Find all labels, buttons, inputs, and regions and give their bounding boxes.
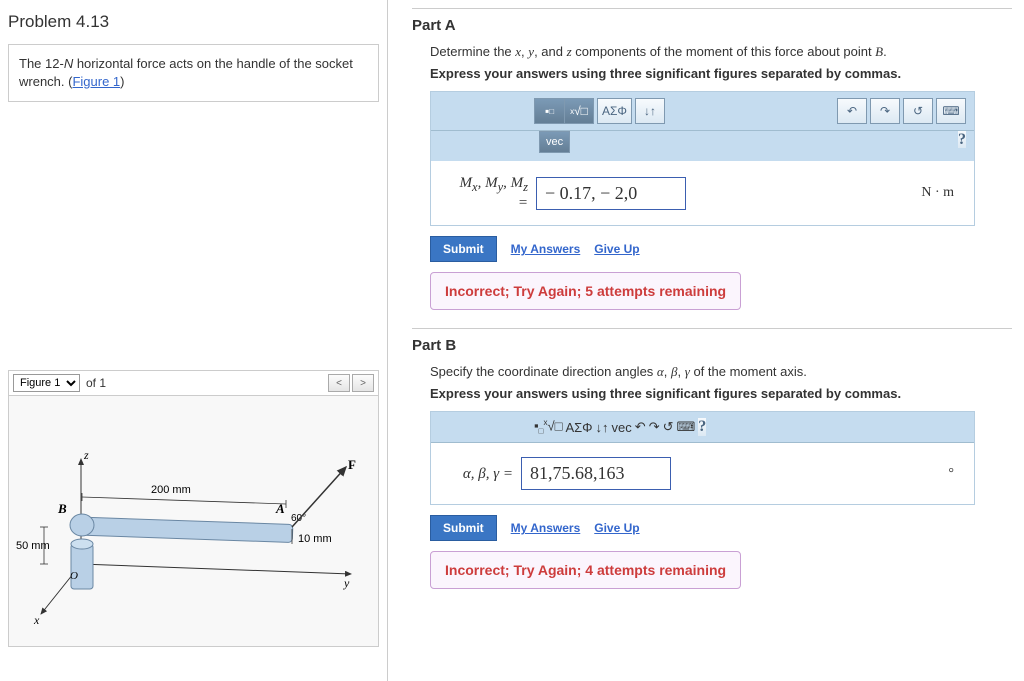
part-a-title: Part A xyxy=(412,8,1012,34)
template-tool-icon[interactable]: ▪□ xyxy=(534,418,543,436)
vec-button[interactable]: vec xyxy=(539,131,570,153)
svg-text:200 mm: 200 mm xyxy=(151,484,191,496)
part-b-submit-button[interactable]: Submit xyxy=(430,515,497,541)
part-b-answer-box: ▪□ x√□ ΑΣΦ ↓↑ vec ↶ ↷ ↺ ⌨ ? α, β, γ = 81… xyxy=(430,411,975,505)
svg-text:10 mm: 10 mm xyxy=(298,533,332,545)
part-a-instruction: Express your answers using three signifi… xyxy=(412,66,1012,81)
svg-text:z: z xyxy=(83,448,89,462)
svg-text:O: O xyxy=(70,570,78,582)
part-b-unit: ° xyxy=(948,466,962,482)
greek-tool[interactable]: ΑΣΦ xyxy=(597,98,632,124)
part-b-description: Specify the coordinate direction angles … xyxy=(412,364,1012,380)
figure-link[interactable]: Figure 1 xyxy=(72,74,120,89)
svg-text:F: F xyxy=(348,457,356,472)
figure-panel: Figure 1 of 1 < > z x y xyxy=(8,370,379,647)
vec-button[interactable]: vec xyxy=(612,420,632,435)
figure-next-button[interactable]: > xyxy=(352,374,374,392)
redo-icon[interactable]: ↷ xyxy=(649,419,660,435)
reset-icon[interactable]: ↺ xyxy=(663,419,674,435)
part-a-input-label: Mx, My, Mz= xyxy=(443,175,528,211)
updown-tool-icon[interactable]: ↓↑ xyxy=(635,98,665,124)
figure-select[interactable]: Figure 1 xyxy=(13,374,80,392)
wrench-diagram: z x y B O xyxy=(16,409,371,634)
part-b-feedback: Incorrect; Try Again; 4 attempts remaini… xyxy=(430,551,741,589)
part-b-input-label: α, β, γ = xyxy=(443,466,513,483)
svg-text:50 mm: 50 mm xyxy=(16,540,50,552)
template-tool-icon[interactable]: ▪□ xyxy=(534,98,564,124)
problem-description: The 12-N horizontal force acts on the ha… xyxy=(8,44,379,102)
part-a: Part A Determine the x, y, and z compone… xyxy=(412,8,1012,310)
part-a-feedback: Incorrect; Try Again; 5 attempts remaini… xyxy=(430,272,741,310)
part-a-answer-box: ▪□ x√□ ΑΣΦ ↓↑ ↶ ↷ ↺ ⌨ vec ? Mx, My, Mz= xyxy=(430,91,975,226)
help-button[interactable]: ? xyxy=(698,418,706,436)
problem-title: Problem 4.13 xyxy=(8,8,379,32)
part-b-my-answers-link[interactable]: My Answers xyxy=(511,521,581,535)
svg-text:x: x xyxy=(33,613,40,627)
part-b: Part B Specify the coordinate direction … xyxy=(412,328,1012,589)
part-b-answer-input[interactable]: 81,75.68,163 xyxy=(521,457,671,490)
part-b-give-up-link[interactable]: Give Up xyxy=(594,521,639,535)
help-button[interactable]: ? xyxy=(958,131,966,148)
part-a-answer-input[interactable]: − 0.17, − 2,0 xyxy=(536,177,686,210)
updown-tool-icon[interactable]: ↓↑ xyxy=(596,420,609,435)
part-a-unit: N · m xyxy=(921,185,962,201)
part-b-title: Part B xyxy=(412,328,1012,354)
keyboard-icon[interactable]: ⌨ xyxy=(677,419,696,435)
reset-icon[interactable]: ↺ xyxy=(903,98,933,124)
redo-icon[interactable]: ↷ xyxy=(870,98,900,124)
root-tool-icon[interactable]: x√□ xyxy=(543,418,562,436)
part-b-instruction: Express your answers using three signifi… xyxy=(412,386,1012,401)
svg-text:y: y xyxy=(343,576,350,590)
keyboard-icon[interactable]: ⌨ xyxy=(936,98,966,124)
part-a-give-up-link[interactable]: Give Up xyxy=(594,242,639,256)
figure-prev-button[interactable]: < xyxy=(328,374,350,392)
undo-icon[interactable]: ↶ xyxy=(635,419,646,435)
root-tool-icon[interactable]: x√□ xyxy=(564,98,594,124)
part-a-my-answers-link[interactable]: My Answers xyxy=(511,242,581,256)
figure-count: of 1 xyxy=(82,376,110,390)
svg-text:A: A xyxy=(275,501,285,516)
part-a-submit-button[interactable]: Submit xyxy=(430,236,497,262)
svg-text:B: B xyxy=(57,501,67,516)
greek-tool[interactable]: ΑΣΦ xyxy=(565,420,592,435)
undo-icon[interactable]: ↶ xyxy=(837,98,867,124)
part-a-description: Determine the x, y, and z components of … xyxy=(412,44,1012,60)
